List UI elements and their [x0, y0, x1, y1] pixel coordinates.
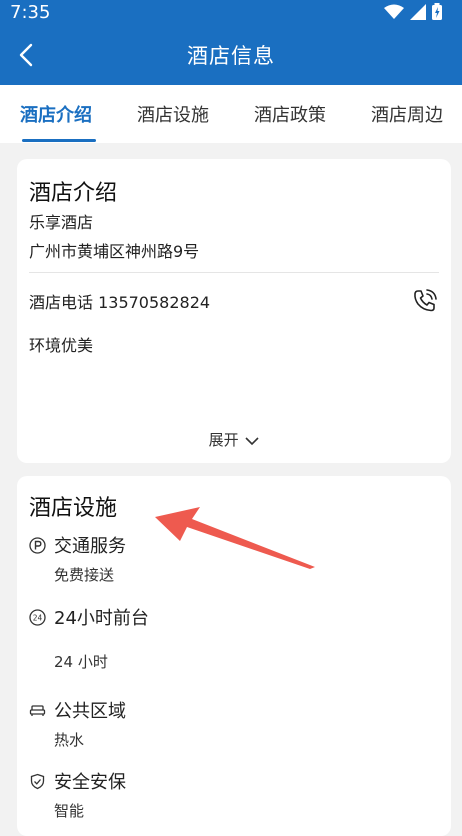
facility-title: 交通服务	[54, 536, 126, 557]
expand-label: 展开	[208, 431, 239, 449]
facility-title: 24小时前台	[54, 608, 149, 629]
tab-bar: 酒店介绍 酒店设施 酒店政策 酒店周边	[0, 85, 462, 143]
top-bar: 7:35 酒店信息	[0, 0, 462, 85]
facility-value: 24 小时	[54, 653, 108, 671]
tab-hotel-facilities[interactable]: 酒店设施	[137, 101, 209, 127]
facility-value: 免费接送	[54, 566, 115, 584]
tab-active-indicator	[22, 139, 96, 142]
divider	[29, 272, 439, 273]
expand-button[interactable]: 展开	[17, 429, 451, 450]
hotel-address: 广州市黄埔区神州路9号	[29, 242, 200, 261]
hotel-phone: 酒店电话 13570582824	[29, 293, 211, 312]
svg-text:24: 24	[33, 614, 43, 623]
sofa-icon	[29, 705, 46, 716]
hotel-intro-card: 酒店介绍 乐享酒店 广州市黄埔区神州路9号 酒店电话 13570582824 环…	[17, 159, 451, 463]
facility-title: 安全安保	[54, 772, 126, 793]
facility-value: 热水	[54, 731, 85, 749]
phone-call-icon[interactable]	[411, 287, 439, 315]
shield-icon	[30, 773, 45, 790]
tab-hotel-surroundings[interactable]: 酒店周边	[371, 101, 443, 127]
chevron-down-icon	[245, 436, 259, 445]
facility-title: 公共区域	[54, 701, 126, 722]
facility-value: 智能	[54, 802, 85, 820]
24h-icon: 24	[29, 609, 46, 626]
hotel-name: 乐享酒店	[29, 213, 94, 232]
tab-hotel-intro[interactable]: 酒店介绍	[20, 101, 92, 127]
wifi-icon	[384, 4, 404, 19]
intro-section-title: 酒店介绍	[29, 181, 118, 206]
signal-icon	[410, 3, 426, 20]
facilities-section-title: 酒店设施	[29, 496, 118, 521]
status-time: 7:35	[10, 2, 51, 23]
hotel-description: 环境优美	[29, 336, 94, 355]
hotel-facilities-card: 酒店设施 交通服务 免费接送 24 24小时前台 24 小时 公共区域 热水 安…	[17, 476, 451, 836]
tab-hotel-policy[interactable]: 酒店政策	[254, 101, 326, 127]
page-title: 酒店信息	[187, 44, 275, 68]
parking-icon	[29, 537, 46, 554]
status-icons	[384, 3, 442, 20]
battery-icon	[432, 3, 442, 20]
